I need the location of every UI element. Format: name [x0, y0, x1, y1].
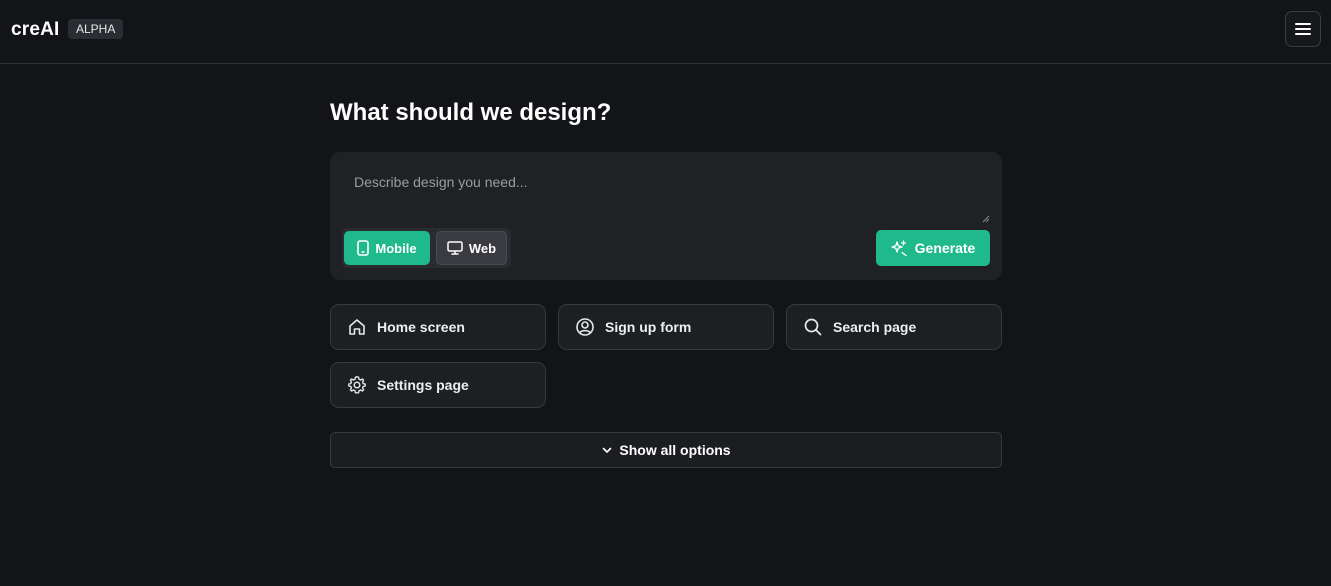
menu-button[interactable] — [1285, 11, 1321, 47]
suggestion-search-page[interactable]: Search page — [786, 304, 1002, 350]
platform-option-mobile[interactable]: Mobile — [344, 231, 430, 265]
suggestion-label: Settings page — [377, 377, 469, 393]
smartphone-icon — [357, 240, 370, 256]
hamburger-menu-icon — [1295, 22, 1311, 36]
gear-icon — [347, 375, 367, 395]
user-circle-icon — [575, 317, 595, 337]
monitor-icon — [447, 241, 463, 255]
suggestion-sign-up-form[interactable]: Sign up form — [558, 304, 774, 350]
show-all-options-button[interactable]: Show all options — [330, 432, 1002, 468]
home-icon — [347, 317, 367, 337]
suggestion-label: Home screen — [377, 319, 465, 335]
prompt-composer: Mobile Web Generate — [330, 152, 1002, 280]
alpha-badge: ALPHA — [68, 19, 124, 39]
generate-button[interactable]: Generate — [876, 230, 990, 266]
suggestion-label: Search page — [833, 319, 917, 335]
suggestion-settings-page[interactable]: Settings page — [330, 362, 546, 408]
search-icon — [803, 317, 823, 337]
platform-option-label: Mobile — [375, 240, 417, 256]
page-title: What should we design? — [330, 99, 612, 126]
design-prompt-input[interactable] — [342, 162, 990, 220]
chevron-down-icon — [601, 444, 613, 456]
brand-logo[interactable]: creAI — [11, 19, 60, 41]
platform-toggle: Mobile Web — [342, 228, 511, 268]
suggestion-home-screen[interactable]: Home screen — [330, 304, 546, 350]
sparkles-icon — [890, 240, 907, 256]
suggestion-label: Sign up form — [605, 319, 692, 335]
platform-option-web[interactable]: Web — [436, 231, 507, 265]
platform-option-label: Web — [468, 240, 497, 256]
top-bar: creAI ALPHA — [0, 0, 1331, 64]
generate-button-label: Generate — [914, 240, 976, 256]
textarea-resize-handle[interactable] — [982, 210, 990, 223]
show-all-options-label: Show all options — [619, 442, 731, 458]
